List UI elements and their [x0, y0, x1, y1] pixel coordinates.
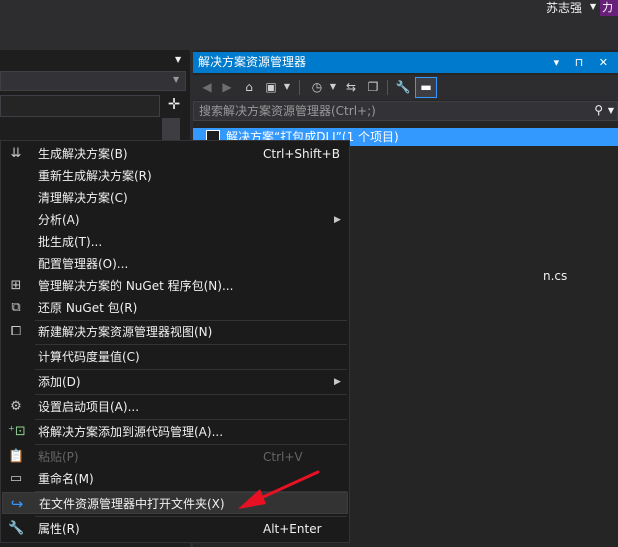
forward-icon[interactable]: ▶ — [219, 79, 235, 95]
menu-item-shortcut: Ctrl+Shift+B — [263, 147, 340, 161]
menu-item-new-explorer-view[interactable]: ⧠ 新建解决方案资源管理器视图(N) — [2, 321, 348, 343]
collapse-all-icon[interactable]: ❐ — [365, 79, 381, 95]
restore-package-icon: ⧉ — [11, 300, 21, 315]
title-bar — [0, 0, 618, 50]
menu-item-label: 重命名(M) — [38, 472, 94, 486]
sync-icon[interactable]: ⇆ — [343, 79, 359, 95]
menu-item-label: 生成解决方案(B) — [38, 147, 128, 161]
tree-item-file[interactable]: n.cs — [543, 269, 567, 283]
menu-item-rename[interactable]: ▭ 重命名(M) — [2, 468, 348, 490]
menu-item-add-source-control[interactable]: ⁺⊡ 将解决方案添加到源代码管理(A)... — [2, 421, 348, 443]
rename-icon: ▭ — [9, 471, 23, 486]
chevron-down-icon[interactable]: ▼ — [175, 55, 181, 64]
submenu-arrow-icon: ▶ — [334, 215, 341, 225]
toolbar-separator — [299, 80, 300, 95]
menu-separator — [35, 516, 347, 517]
gear-icon: ⚙ — [10, 399, 22, 414]
pending-changes-icon[interactable]: ◷ — [309, 79, 325, 95]
menu-item-label: 配置管理器(O)... — [38, 257, 129, 271]
menu-item-label: 新建解决方案资源管理器视图(N) — [38, 325, 213, 339]
menu-item-label: 重新生成解决方案(R) — [38, 169, 152, 183]
menu-item-label: 计算代码度量值(C) — [38, 350, 140, 364]
menu-item-configuration-manager[interactable]: 配置管理器(O)... — [2, 253, 348, 275]
menu-item-code-metrics[interactable]: 计算代码度量值(C) — [2, 346, 348, 368]
menu-separator — [35, 369, 347, 370]
menu-item-restore-nuget[interactable]: ⧉ 还原 NuGet 包(R) — [2, 297, 348, 319]
menu-item-open-in-file-explorer[interactable]: ↪ 在文件资源管理器中打开文件夹(X) — [2, 492, 348, 514]
menu-item-label: 将解决方案添加到源代码管理(A)... — [38, 425, 224, 439]
chevron-down-icon[interactable]: ▼ — [279, 79, 295, 95]
submenu-arrow-icon: ▶ — [334, 377, 341, 387]
preview-selected-icon[interactable]: ▬ — [415, 77, 437, 98]
menu-item-shortcut: Ctrl+V — [263, 450, 303, 464]
paste-icon: 📋 — [8, 449, 25, 464]
menu-item-properties[interactable]: 🔧 属性(R) Alt+Enter — [2, 518, 348, 540]
back-icon[interactable]: ◀ — [199, 79, 215, 95]
home-icon[interactable]: ⌂ — [241, 79, 257, 95]
user-name[interactable]: 苏志强 — [546, 0, 582, 16]
menu-item-batch-build[interactable]: 批生成(T)... — [2, 231, 348, 253]
menu-item-label: 管理解决方案的 NuGet 程序包(N)... — [38, 279, 234, 293]
menu-item-rebuild-solution[interactable]: 重新生成解决方案(R) — [2, 165, 348, 187]
menu-item-label: 批生成(T)... — [38, 235, 103, 249]
menu-item-label: 添加(D) — [38, 375, 81, 389]
menu-item-build-solution[interactable]: ⇊ 生成解决方案(B) Ctrl+Shift+B — [2, 143, 348, 165]
solution-explorer-search[interactable]: 搜索解决方案资源管理器(Ctrl+;) ⚲ ▼ — [193, 101, 618, 121]
chevron-down-icon[interactable]: ▼ — [173, 75, 179, 84]
scrollbar[interactable] — [162, 118, 180, 142]
add-source-control-icon: ⁺⊡ — [8, 424, 26, 439]
search-icon[interactable]: ⚲ — [594, 103, 603, 117]
menu-separator — [35, 419, 347, 420]
solution-explorer-title-bar: 解决方案资源管理器 ▾ ⊓ ✕ — [193, 52, 618, 73]
menu-separator — [35, 344, 347, 345]
user-badge[interactable]: 力 — [600, 0, 618, 16]
menu-item-label: 设置启动项目(A)... — [38, 400, 140, 414]
new-view-icon: ⧠ — [10, 324, 22, 339]
search-input[interactable]: 搜索解决方案资源管理器(Ctrl+;) — [199, 102, 376, 120]
panel-title-buttons[interactable]: ▾ ⊓ ✕ — [554, 52, 614, 73]
menu-item-label: 分析(A) — [38, 213, 80, 227]
menu-item-label: 在文件资源管理器中打开文件夹(X) — [39, 497, 225, 511]
chevron-down-icon[interactable]: ▼ — [608, 106, 614, 115]
chevron-down-icon[interactable]: ▼ — [325, 79, 341, 95]
menu-item-shortcut: Alt+Enter — [263, 522, 322, 536]
split-plus-icon[interactable]: ✛ — [164, 95, 184, 113]
context-menu: ⇊ 生成解决方案(B) Ctrl+Shift+B 重新生成解决方案(R) 清理解… — [0, 140, 350, 543]
wrench-icon[interactable]: 🔧 — [395, 79, 411, 95]
user-dropdown-icon[interactable]: ▼ — [590, 2, 596, 11]
panel-title: 解决方案资源管理器 — [198, 55, 307, 69]
solution-explorer-toolbar: ◀ ▶ ⌂ ▣ ▼ ◷ ▼ ⇆ ❐ 🔧 ▬ — [193, 75, 618, 100]
menu-item-label: 清理解决方案(C) — [38, 191, 128, 205]
menu-item-label: 还原 NuGet 包(R) — [38, 301, 138, 315]
menu-item-manage-nuget[interactable]: ⊞ 管理解决方案的 NuGet 程序包(N)... — [2, 275, 348, 297]
menu-item-clean-solution[interactable]: 清理解决方案(C) — [2, 187, 348, 209]
menu-separator — [35, 444, 347, 445]
switch-views-icon[interactable]: ▣ — [263, 79, 279, 95]
menu-item-label: 属性(R) — [38, 522, 80, 536]
open-folder-icon: ↪ — [10, 495, 24, 513]
navigation-combo[interactable] — [0, 71, 186, 91]
nuget-package-icon: ⊞ — [10, 278, 22, 293]
editor-input-line[interactable] — [0, 95, 160, 117]
menu-item-label: 粘贴(P) — [38, 450, 79, 464]
build-icon: ⇊ — [10, 146, 22, 161]
wrench-icon: 🔧 — [8, 521, 25, 536]
toolbar-separator — [387, 80, 388, 95]
menu-item-analyze[interactable]: 分析(A) ▶ — [2, 209, 348, 231]
menu-item-paste[interactable]: 📋 粘贴(P) Ctrl+V — [2, 446, 348, 468]
menu-separator — [35, 394, 347, 395]
menu-item-set-startup[interactable]: ⚙ 设置启动项目(A)... — [2, 396, 348, 418]
menu-item-add[interactable]: 添加(D) ▶ — [2, 371, 348, 393]
